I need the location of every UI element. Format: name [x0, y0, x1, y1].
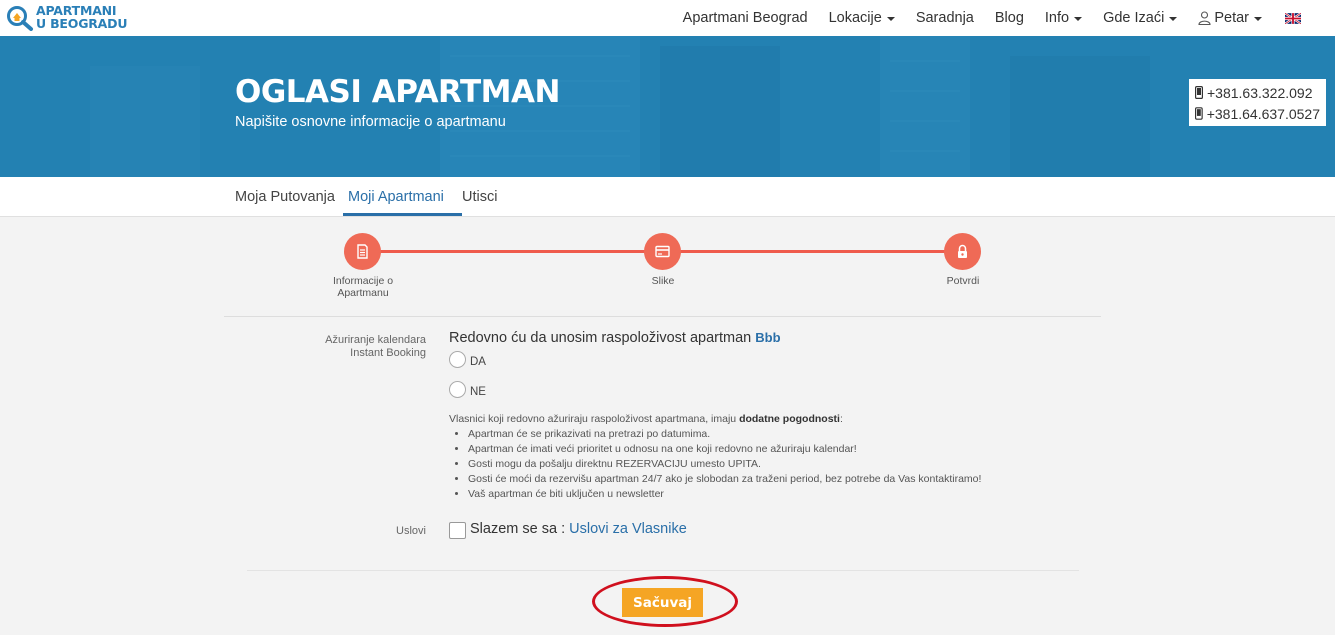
- phone-line-2[interactable]: +381.64.637.0527: [1195, 103, 1320, 124]
- hero-background-buildings: [0, 36, 1335, 177]
- contact-phones-box: +381.63.322.092 +381.64.637.0527: [1189, 79, 1326, 126]
- list-item: Gosti mogu da pošalju direktnu REZERVACI…: [468, 457, 981, 472]
- caret-down-icon: [1169, 17, 1178, 21]
- list-item: Vaš apartman će biti uključen u newslett…: [468, 487, 981, 502]
- save-button[interactable]: Sačuvaj: [622, 588, 703, 617]
- nav-item-gde-izaci[interactable]: Gde Izaći: [1103, 10, 1178, 26]
- card-icon: [655, 245, 670, 258]
- info-colon: :: [839, 413, 843, 425]
- mobile-phone-icon: [1195, 107, 1203, 120]
- lock-icon: [958, 244, 967, 258]
- radio-label-da: DA: [470, 356, 486, 368]
- step-potvrdi[interactable]: [944, 233, 981, 270]
- page-title: OGLASI APARTMAN: [235, 74, 560, 110]
- phone-number: +381.64.637.0527: [1206, 105, 1320, 122]
- terms-text: Slazem se sa : Uslovi za Vlasnike: [470, 521, 687, 537]
- nav-menu: Apartmani Beograd Lokacije Saradnja Blog…: [662, 0, 1301, 36]
- user-name: Petar: [1214, 10, 1249, 26]
- logo-line2: U BEOGRADU: [36, 16, 128, 31]
- radio-option-ne[interactable]: NE: [449, 380, 486, 398]
- terms-link[interactable]: Uslovi za Vlasnike: [569, 521, 687, 537]
- uk-flag-icon[interactable]: [1285, 12, 1301, 24]
- tab-utisci[interactable]: Utisci: [462, 189, 497, 205]
- info-bold-text: dodatne pogodnosti: [739, 413, 840, 425]
- divider: [224, 316, 1101, 317]
- site-logo[interactable]: APARTMANI U BEOGRADU: [6, 3, 136, 33]
- terms-prefix: Slazem se sa :: [470, 521, 570, 537]
- logo-text: APARTMANI U BEOGRADU: [36, 4, 127, 30]
- nav-label: Info: [1044, 10, 1070, 26]
- page-subtitle: Napišite osnovne informacije o apartmanu: [235, 114, 506, 130]
- logo-magnifier-icon: [7, 6, 33, 31]
- step-label-line: Informacije o: [332, 275, 394, 287]
- divider: [247, 570, 1079, 571]
- nav-item-apartmani-beograd[interactable]: Apartmani Beograd: [683, 10, 808, 26]
- nav-item-blog[interactable]: Blog: [995, 10, 1024, 26]
- apartment-name: Bbb: [755, 330, 781, 345]
- benefits-info: Vlasnici koji redovno ažuriraju raspolož…: [449, 412, 981, 502]
- step-slike[interactable]: [644, 233, 681, 270]
- caret-down-icon: [1074, 17, 1083, 21]
- nav-label: Lokacije: [828, 10, 882, 26]
- label-line: Instant Booking: [350, 347, 426, 359]
- radio-da[interactable]: [449, 350, 466, 368]
- nav-label: Saradnja: [915, 10, 974, 26]
- benefits-intro: Vlasnici koji redovno ažuriraju raspolož…: [449, 412, 981, 427]
- terms-checkbox[interactable]: [449, 522, 466, 539]
- mobile-phone-icon: [1195, 86, 1203, 99]
- step-label-line: Apartmanu: [337, 287, 389, 299]
- nav-item-lokacije[interactable]: Lokacije: [829, 10, 895, 26]
- list-item: Gosti će moći da rezervišu apartman 24/7…: [468, 472, 981, 487]
- info-intro-text: Vlasnici koji redovno ažuriraju raspolož…: [449, 413, 737, 425]
- tab-moji-apartmani[interactable]: Moji Apartmani: [348, 189, 444, 205]
- step-info-label: Informacije o Apartmanu: [318, 275, 408, 299]
- caret-down-icon: [1254, 17, 1262, 21]
- step-potvrdi-label: Potvrdi: [946, 275, 980, 287]
- user-icon: [1198, 11, 1211, 25]
- calendar-update-label: Ažuriranje kalendara Instant Booking: [296, 334, 426, 360]
- document-icon: [357, 244, 368, 259]
- active-tab-indicator: [343, 213, 462, 216]
- nav-item-user-menu[interactable]: Petar: [1198, 10, 1262, 26]
- terms-label: Uslovi: [396, 525, 426, 537]
- step-info[interactable]: [344, 233, 381, 270]
- nav-label: Gde Izaći: [1103, 10, 1165, 26]
- list-item: Apartman će imati veći prioritet u odnos…: [468, 442, 981, 457]
- caret-down-icon: [886, 17, 895, 21]
- nav-label: Apartmani Beograd: [682, 10, 808, 26]
- top-navbar: APARTMANI U BEOGRADU Apartmani Beograd L…: [0, 0, 1335, 36]
- nav-item-info[interactable]: Info: [1044, 10, 1083, 26]
- label-line: Ažuriranje kalendara: [325, 334, 426, 346]
- account-tabs: Moja Putovanja Moji Apartmani Utisci: [0, 177, 1335, 217]
- radio-label-ne: NE: [470, 386, 486, 398]
- hero-banner: OGLASI APARTMAN Napišite osnovne informa…: [0, 36, 1335, 177]
- phone-line-1[interactable]: +381.63.322.092: [1195, 82, 1320, 103]
- phone-number: +381.63.322.092: [1207, 84, 1313, 101]
- nav-item-saradnja[interactable]: Saradnja: [916, 10, 974, 26]
- radio-option-da[interactable]: DA: [449, 350, 486, 368]
- calendar-question: Redovno ću da unosim raspoloživost apart…: [449, 330, 781, 346]
- nav-label: Blog: [994, 10, 1024, 26]
- radio-ne[interactable]: [449, 380, 466, 398]
- benefits-list: Apartman će se prikazivati na pretrazi p…: [449, 427, 981, 502]
- question-text: Redovno ću da unosim raspoloživost apart…: [449, 330, 752, 346]
- step-slike-label: Slike: [651, 275, 675, 287]
- list-item: Apartman će se prikazivati na pretrazi p…: [468, 427, 981, 442]
- tab-moja-putovanja[interactable]: Moja Putovanja: [235, 189, 335, 205]
